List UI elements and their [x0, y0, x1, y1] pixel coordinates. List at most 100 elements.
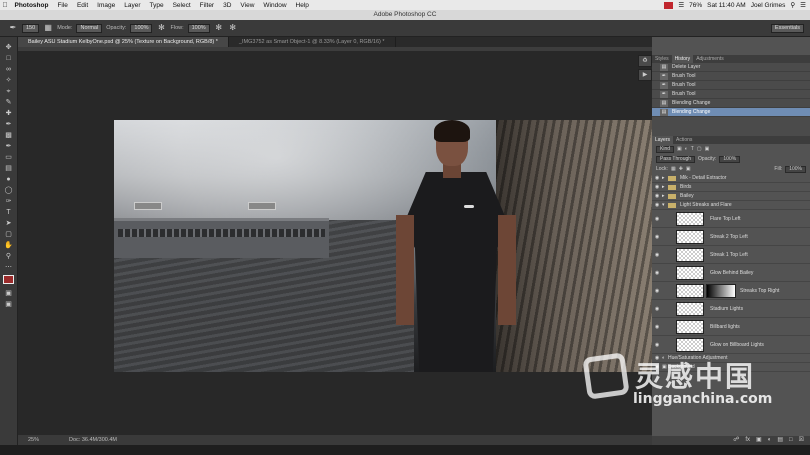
layer-mask-thumbnail[interactable]: [706, 283, 736, 298]
new-adjustment-icon[interactable]: ◐: [768, 436, 772, 445]
layer-row[interactable]: ◉ Streaks Top Right: [652, 282, 810, 300]
layer-group[interactable]: ◉ ▸ Birds: [652, 183, 810, 192]
quick-mask-icon[interactable]: ▣: [3, 289, 14, 298]
visibility-eye-icon[interactable]: ◉: [652, 175, 662, 181]
menu-view[interactable]: View: [236, 2, 259, 9]
healing-tool-icon[interactable]: ✚: [3, 109, 14, 118]
user-name[interactable]: Joel Grimes: [751, 2, 786, 9]
visibility-eye-icon[interactable]: ◉: [652, 252, 662, 258]
lasso-tool-icon[interactable]: ∞: [3, 65, 14, 74]
visibility-eye-icon[interactable]: ◉: [652, 342, 662, 348]
history-panel-icon[interactable]: ♻: [638, 55, 652, 67]
crop-tool-icon[interactable]: ⌖: [3, 87, 14, 96]
visibility-eye-icon[interactable]: ◉: [652, 216, 662, 222]
delete-layer-icon[interactable]: ☒: [799, 436, 804, 445]
layer-style-icon[interactable]: fx: [745, 436, 750, 445]
visibility-eye-icon[interactable]: ◉: [652, 193, 662, 199]
visibility-eye-icon[interactable]: ◉: [652, 306, 662, 312]
tab-history[interactable]: History: [671, 55, 694, 63]
menu-select[interactable]: Select: [168, 2, 195, 9]
zoom-tool-icon[interactable]: ⚲: [3, 252, 14, 261]
layer-row[interactable]: ◉ Streak 2 Top Left: [652, 228, 810, 246]
menu-window[interactable]: Window: [259, 2, 291, 9]
brush-tool-icon[interactable]: ✒: [8, 23, 18, 33]
notifications-icon[interactable]: ☰: [800, 1, 806, 9]
move-tool-icon[interactable]: ✥: [3, 43, 14, 52]
kind-filter-select[interactable]: Kind: [656, 145, 675, 153]
pressure-opacity-icon[interactable]: ✻: [156, 23, 166, 33]
brush-tool-icon[interactable]: ✒: [3, 120, 14, 129]
lock-all-icon[interactable]: ▣: [686, 166, 691, 172]
type-tool-icon[interactable]: T: [3, 208, 14, 217]
new-group-icon[interactable]: ▤: [777, 436, 783, 445]
visibility-eye-icon[interactable]: ◉: [652, 202, 662, 208]
filter-shape-icon[interactable]: ▢: [697, 146, 702, 152]
battery-percent[interactable]: 76%: [689, 2, 702, 9]
visibility-eye-icon[interactable]: ◉: [652, 324, 662, 330]
filter-smart-icon[interactable]: ▣: [705, 146, 710, 152]
wifi-icon[interactable]: ☰: [678, 1, 684, 9]
opacity-field[interactable]: 100%: [130, 23, 153, 33]
new-layer-icon[interactable]: □: [789, 436, 793, 445]
foreground-color-swatch[interactable]: [3, 275, 14, 284]
doc-size[interactable]: Doc: 36.4M/300.4M: [69, 437, 117, 443]
menu-photoshop[interactable]: Photoshop: [10, 2, 53, 9]
lock-pixels-icon[interactable]: ▦: [671, 166, 676, 172]
visibility-eye-icon[interactable]: ◉: [652, 288, 662, 294]
shape-tool-icon[interactable]: ▢: [3, 230, 14, 239]
pressure-size-icon[interactable]: ✻: [228, 23, 238, 33]
menu-image[interactable]: Image: [93, 2, 120, 9]
history-item[interactable]: ▤ Delete Layer: [652, 63, 810, 72]
filter-type-icon[interactable]: T: [691, 146, 694, 152]
layer-row[interactable]: ◉ Flare Top Left: [652, 210, 810, 228]
pen-tool-icon[interactable]: ✑: [3, 197, 14, 206]
tab-actions[interactable]: Actions: [673, 136, 695, 144]
zoom-level[interactable]: 25%: [28, 437, 39, 443]
menu-filter[interactable]: Filter: [195, 2, 218, 9]
airbrush-icon[interactable]: ✻: [214, 23, 224, 33]
tab-smart-object-document[interactable]: _IMG3752 as Smart Object-1 @ 8.33% (Laye…: [229, 37, 396, 47]
record-icon[interactable]: [664, 1, 674, 9]
blend-mode-select[interactable]: Pass Through: [656, 155, 696, 163]
eraser-tool-icon[interactable]: ▭: [3, 153, 14, 162]
menu-help[interactable]: Help: [291, 2, 313, 9]
hand-tool-icon[interactable]: ✋: [3, 241, 14, 250]
tab-adjustments[interactable]: Adjustments: [693, 55, 727, 63]
visibility-eye-icon[interactable]: ◉: [652, 234, 662, 240]
menu-type[interactable]: Type: [145, 2, 168, 9]
history-item-selected[interactable]: ▤ Blending Change: [652, 108, 810, 117]
menu-edit[interactable]: Edit: [72, 2, 92, 9]
menu-layer[interactable]: Layer: [120, 2, 145, 9]
tab-layers[interactable]: Layers: [652, 136, 674, 144]
layer-row[interactable]: ◉ ▣ Background: [652, 363, 810, 372]
history-brush-tool-icon[interactable]: ✒: [3, 142, 14, 151]
spotlight-icon[interactable]: ⚲: [790, 1, 795, 9]
layer-group[interactable]: ◉ ▸ Bailey: [652, 192, 810, 201]
gradient-tool-icon[interactable]: ▤: [3, 164, 14, 173]
brush-panel-icon[interactable]: ▦: [43, 23, 53, 33]
eyedropper-tool-icon[interactable]: ✎: [3, 98, 14, 107]
clone-stamp-tool-icon[interactable]: ▩: [3, 131, 14, 140]
layer-row[interactable]: ◉ ◐ Hue/Saturation Adjustment: [652, 354, 810, 363]
tab-styles[interactable]: Styles: [652, 55, 672, 63]
clock[interactable]: Sat 11:40 AM: [707, 2, 746, 9]
workspace-select[interactable]: Essentials: [770, 23, 804, 33]
screen-mode-icon[interactable]: ▣: [3, 300, 14, 309]
document-image[interactable]: [114, 120, 656, 372]
filter-pixel-icon[interactable]: ▣: [677, 146, 682, 152]
canvas-area[interactable]: [18, 51, 656, 435]
history-item[interactable]: ▤ Blending Change: [652, 99, 810, 108]
path-select-tool-icon[interactable]: ➤: [3, 219, 14, 228]
lock-position-icon[interactable]: ✚: [679, 166, 683, 172]
layer-group[interactable]: ◉ ▸ Mik - Detail Extractor: [652, 174, 810, 183]
extra-tools-icon[interactable]: ⋯: [3, 263, 14, 272]
layer-row[interactable]: ◉ Billbard lights: [652, 318, 810, 336]
visibility-eye-icon[interactable]: ◉: [652, 270, 662, 276]
add-mask-icon[interactable]: ▣: [756, 436, 762, 445]
filter-adjust-icon[interactable]: ◐: [685, 146, 688, 152]
menu-3d[interactable]: 3D: [219, 2, 236, 9]
brush-size-picker[interactable]: 150: [22, 23, 40, 33]
dodge-tool-icon[interactable]: ◯: [3, 186, 14, 195]
layer-row[interactable]: ◉ Stadium Lights: [652, 300, 810, 318]
layer-row[interactable]: ◉ Glow Behind Bailey: [652, 264, 810, 282]
